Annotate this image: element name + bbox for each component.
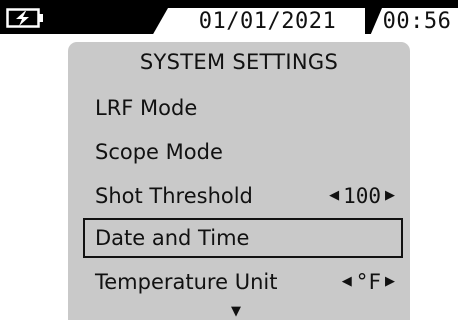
menu-item-label: Temperature Unit (95, 270, 278, 294)
scroll-down-icon[interactable]: ▼ (231, 304, 241, 319)
shot-threshold-selector: ◀ 100 ▶ (329, 176, 395, 216)
battery-charging-icon (6, 8, 43, 28)
date-display: 01/01/2021 (152, 8, 365, 36)
arrow-left-icon[interactable]: ◀ (329, 176, 339, 216)
menu-item-lrf-mode[interactable]: LRF Mode (83, 88, 403, 128)
menu-item-label: Shot Threshold (95, 184, 253, 208)
menu-item-date-and-time[interactable]: Date and Time (83, 218, 403, 258)
menu-item-label: Scope Mode (95, 140, 223, 164)
time-text: 00:56 (382, 9, 452, 34)
menu-title: SYSTEM SETTINGS (139, 50, 339, 74)
arrow-right-icon[interactable]: ▶ (385, 262, 395, 302)
shot-threshold-value: 100 (343, 184, 381, 208)
system-settings-menu: SYSTEM SETTINGS LRF Mode Scope Mode Shot… (68, 42, 410, 320)
menu-item-shot-threshold[interactable]: Shot Threshold ◀ 100 ▶ (83, 176, 403, 216)
menu-item-label: Date and Time (95, 226, 250, 250)
time-display: 00:56 (370, 8, 458, 36)
arrow-left-icon[interactable]: ◀ (342, 262, 352, 302)
menu-item-temperature-unit[interactable]: Temperature Unit ◀ °F ▶ (83, 262, 403, 302)
status-bar: 01/01/2021 00:56 (0, 0, 458, 36)
menu-item-label: LRF Mode (95, 96, 198, 120)
temperature-unit-value: °F (355, 270, 381, 294)
date-text: 01/01/2021 (198, 9, 337, 34)
temperature-unit-selector: ◀ °F ▶ (342, 262, 395, 302)
menu-item-scope-mode[interactable]: Scope Mode (83, 132, 403, 172)
arrow-right-icon[interactable]: ▶ (385, 176, 395, 216)
